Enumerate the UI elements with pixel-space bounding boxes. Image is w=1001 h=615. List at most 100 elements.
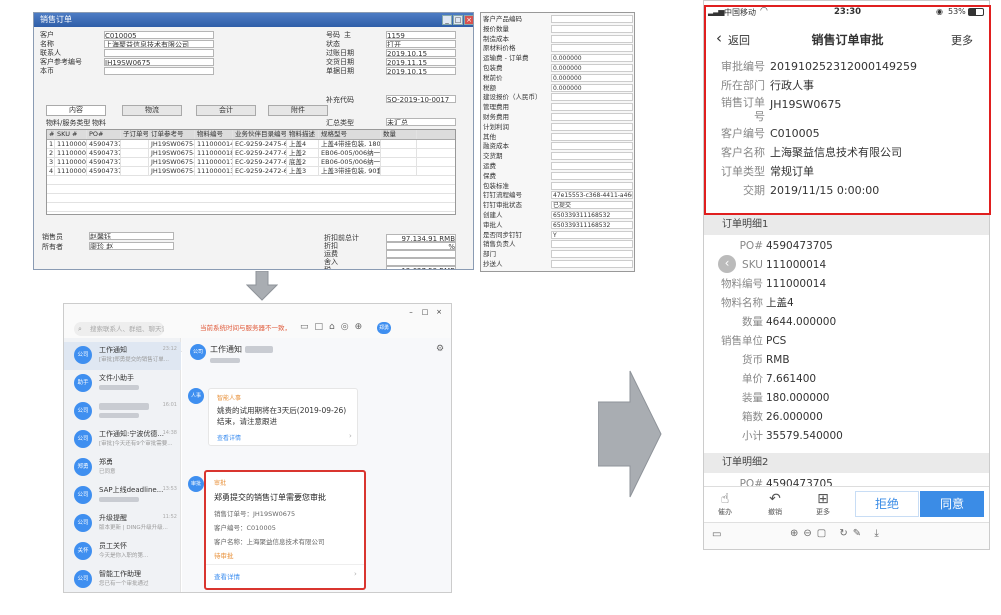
header-field-value[interactable] <box>104 49 214 57</box>
user-field-value[interactable] <box>551 93 633 102</box>
grid-header-cell[interactable]: 数量 <box>381 130 417 139</box>
grid-header-cell[interactable]: 子订单号 <box>121 130 149 139</box>
table-cell: 1 <box>49 140 55 148</box>
table-row[interactable]: 21110000184590473705JH19SW0675-211100001… <box>47 149 455 158</box>
user-field-value[interactable] <box>551 122 633 131</box>
sales-person-field[interactable]: 赵馨钰 <box>89 232 174 240</box>
header-field-value[interactable]: 1159 <box>386 31 456 39</box>
conversation-item[interactable]: 关怀 员工关怀 今天是你入职的第... <box>64 538 181 566</box>
user-field-value[interactable] <box>551 113 633 121</box>
conversation-item[interactable]: 公司 16:01 <box>64 398 181 426</box>
user-field-label: 钉钉审批状态 <box>483 201 522 210</box>
card-link[interactable]: 查看详情 <box>217 433 241 442</box>
header-field-value[interactable]: 2019.10.15 <box>386 67 456 75</box>
maximize-icon[interactable]: □ <box>453 15 463 25</box>
user-field-value[interactable]: Y <box>551 230 633 239</box>
chevron-left-icon[interactable]: ‹ <box>718 255 736 273</box>
urge-button[interactable]: ☝ 催办 <box>712 491 738 517</box>
user-field-value[interactable]: 已提交 <box>551 201 633 210</box>
total-value[interactable]: % <box>386 242 456 250</box>
grid-header-cell[interactable]: # <box>47 130 55 139</box>
user-field-value[interactable]: 0.000000 <box>551 54 633 63</box>
grid-header-cell[interactable]: 规格型号 <box>319 130 381 139</box>
approve-button[interactable]: 同意 <box>920 491 984 517</box>
user-field-value[interactable] <box>551 15 633 23</box>
header-field-value[interactable]: 2019.11.15 <box>386 58 456 66</box>
more-actions-button[interactable]: ⊞ 更多 <box>810 491 836 517</box>
zoom-icons[interactable]: ⊕⊖▢ ↻✎ ⤓ <box>790 528 884 539</box>
grid-header-cell[interactable]: 订单参考号 <box>149 130 195 139</box>
user-field-value[interactable] <box>551 171 633 180</box>
header-field-value[interactable]: JH19SW0675 <box>104 58 214 66</box>
table-row[interactable]: 31110000174590473705JH19SW0675-311100001… <box>47 158 455 167</box>
user-field-value[interactable] <box>551 34 633 43</box>
user-field-value[interactable]: 650339311168532 <box>551 211 633 219</box>
conversation-item[interactable]: 公司 智能工作助理 您已有一个审批通过 <box>64 566 181 592</box>
close-icon[interactable]: × <box>434 308 444 318</box>
grid-header-cell[interactable]: 业务伙伴目录编号 <box>233 130 287 139</box>
user-field-value[interactable] <box>551 240 633 249</box>
user-field-value[interactable] <box>551 181 633 190</box>
extra-code-field[interactable]: SO-2019-10-0017 <box>386 95 456 103</box>
tab-logistics[interactable]: 物流 <box>122 105 182 116</box>
conversation-item[interactable]: 公司 工作通知:宁波优德... [审批]今天还有9个审批需要... 14:38 <box>64 426 181 454</box>
user-field-value[interactable] <box>551 24 633 33</box>
hr-notice-card[interactable]: 智能人事 姚贵的试用期将在3天后(2019-09-26)结束，请注意跟进 查看详… <box>208 388 358 446</box>
minimize-icon[interactable]: _ <box>442 15 452 25</box>
conversation-item[interactable]: 郑勇 郑勇 已同意 <box>64 454 181 482</box>
user-field-value[interactable]: 0.000000 <box>551 73 633 82</box>
header-field-value[interactable]: 2019.10.15 <box>386 49 456 57</box>
user-field-value[interactable] <box>551 132 633 141</box>
user-field-value[interactable] <box>551 260 633 268</box>
save-icon[interactable]: ▭ <box>712 529 721 540</box>
conversation-item[interactable]: 助手 文件小助手 <box>64 370 181 398</box>
system-time-notice[interactable]: 当前系统时间与服务器不一致，请及时调整 <box>200 322 288 334</box>
total-value[interactable]: 12,627.53 RMB <box>386 266 456 269</box>
minimize-icon[interactable]: – <box>406 308 416 318</box>
user-field-value[interactable] <box>551 142 633 151</box>
user-field-value[interactable] <box>551 250 633 259</box>
user-field-value[interactable] <box>551 162 633 170</box>
grid-header-cell[interactable]: PO# <box>87 130 121 139</box>
user-field-value[interactable] <box>551 103 633 112</box>
header-field-value[interactable]: 上海聚益信息技术有限公司 <box>104 40 214 48</box>
item-type-value[interactable]: 物料 <box>92 119 106 128</box>
reject-button[interactable]: 拒绝 <box>855 491 919 517</box>
grid-header-cell[interactable]: SKU # <box>55 130 87 139</box>
settings-icon[interactable]: ⚙ <box>436 344 444 354</box>
close-icon[interactable]: × <box>464 15 473 25</box>
user-field-value[interactable]: 0.000000 <box>551 64 633 72</box>
user-field-value[interactable]: 650339311168532 <box>551 220 633 229</box>
avatar[interactable]: 郑勇 <box>377 322 391 334</box>
total-value[interactable] <box>386 258 456 266</box>
card-link[interactable]: 查看详情 <box>214 571 240 581</box>
table-row[interactable]: 41110000134590473705JH19SW0675-411100001… <box>47 167 455 176</box>
header-field-value[interactable]: C010005 <box>104 31 214 39</box>
user-field-row: 制造成本 <box>481 34 634 43</box>
conversation-item[interactable]: 公司 SAP上线deadline... 13:53 <box>64 482 181 510</box>
tab-accounting[interactable]: 会计 <box>196 105 256 116</box>
chat-search-input[interactable]: 搜索联系人、群组、聊天记录等 <box>74 322 164 336</box>
owner-field[interactable]: 廖珍 赵 <box>89 242 174 250</box>
revoke-button[interactable]: ↶ 撤销 <box>762 491 788 517</box>
total-value[interactable] <box>386 250 456 258</box>
user-field-value[interactable] <box>551 152 633 161</box>
tab-content[interactable]: 内容 <box>46 105 106 116</box>
conversation-item[interactable]: 公司 升级提醒 版本更新 | DING升级升级... 11:52 <box>64 510 181 538</box>
header-field-value[interactable] <box>104 67 214 75</box>
table-row[interactable]: 11110000144590473705JH19SW0675-111100001… <box>47 140 455 149</box>
header-field-value[interactable]: 打开 <box>386 40 456 48</box>
toolbar-icons[interactable]: ▭□⌂◎⊕ <box>300 322 368 332</box>
summary-type-select[interactable]: 未汇总 <box>386 118 456 126</box>
conversation-item[interactable]: 公司 工作通知 [审批]郑勇提交的销售订单... 23:12 <box>64 342 181 370</box>
header-field-label: 交货日期 <box>326 58 354 66</box>
approval-card[interactable]: 审批 郑勇提交的销售订单需要您审批 销售订单号：JH19SW0675 客户编号：… <box>204 470 366 590</box>
user-field-value[interactable]: 0.000000 <box>551 83 633 92</box>
user-field-value[interactable]: 47e15553-c368-4411-a46d-cdd1401f6b9 <box>551 191 633 200</box>
tab-attachments[interactable]: 附件 <box>268 105 328 116</box>
maximize-icon[interactable]: □ <box>420 308 430 318</box>
user-field-value[interactable] <box>551 44 633 53</box>
total-value[interactable]: 97,134.91 RMB <box>386 234 456 242</box>
grid-header-cell[interactable]: 物料编号 <box>195 130 233 139</box>
grid-header-cell[interactable]: 物料描述 <box>287 130 319 139</box>
